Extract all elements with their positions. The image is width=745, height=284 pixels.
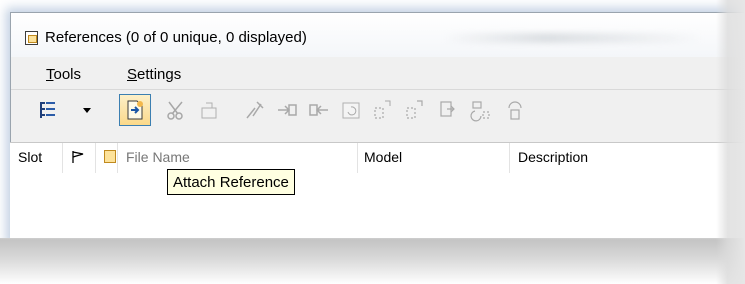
menu-tools-rest: ools <box>53 66 82 83</box>
file-type-icon <box>104 150 116 163</box>
column-header-type[interactable] <box>96 143 118 173</box>
menu-bar: Tools Settings <box>11 63 745 87</box>
flag-icon <box>72 151 84 163</box>
document-icon <box>25 31 38 45</box>
move-icon[interactable] <box>275 98 299 122</box>
bottom-shadow <box>0 238 745 284</box>
attach-reference-tooltip: Attach Reference <box>167 169 295 195</box>
attach-reference-icon[interactable] <box>123 98 147 122</box>
column-header-description[interactable]: Description <box>510 143 745 173</box>
clip-mask-icon[interactable] <box>503 98 527 122</box>
toolbar <box>11 89 745 130</box>
dropdown-arrow-icon[interactable] <box>81 98 93 122</box>
tree-view-icon[interactable] <box>37 98 61 122</box>
right-shadow <box>716 0 745 284</box>
menu-tools[interactable]: Tools <box>46 66 81 83</box>
copy-icon[interactable] <box>307 98 331 122</box>
mirror-horizontal-icon[interactable] <box>403 98 427 122</box>
menu-settings-accel: S <box>127 66 138 83</box>
column-header-slot[interactable]: Slot <box>10 143 63 173</box>
rotate-icon[interactable] <box>339 98 363 122</box>
mirror-vertical-icon[interactable] <box>437 98 461 122</box>
menu-tools-accel: T <box>46 66 54 83</box>
table-header: Slot File Name Model Description <box>10 142 745 174</box>
reference-list[interactable] <box>10 173 745 240</box>
menu-settings[interactable]: Settings <box>127 66 181 83</box>
exchange-icon[interactable] <box>243 98 267 122</box>
column-header-model[interactable]: Model <box>358 143 510 173</box>
column-header-flag[interactable] <box>63 143 96 173</box>
reload-icon[interactable] <box>197 98 221 122</box>
detach-scissors-icon[interactable] <box>165 98 189 122</box>
scale-icon[interactable] <box>371 98 395 122</box>
window-title: References (0 of 0 unique, 0 displayed) <box>45 29 307 46</box>
title-bar-blur <box>443 33 703 43</box>
clip-boundary-icon[interactable] <box>469 98 493 122</box>
menu-settings-rest: ettings <box>137 66 182 83</box>
title-bar: References (0 of 0 unique, 0 displayed) <box>11 13 745 57</box>
